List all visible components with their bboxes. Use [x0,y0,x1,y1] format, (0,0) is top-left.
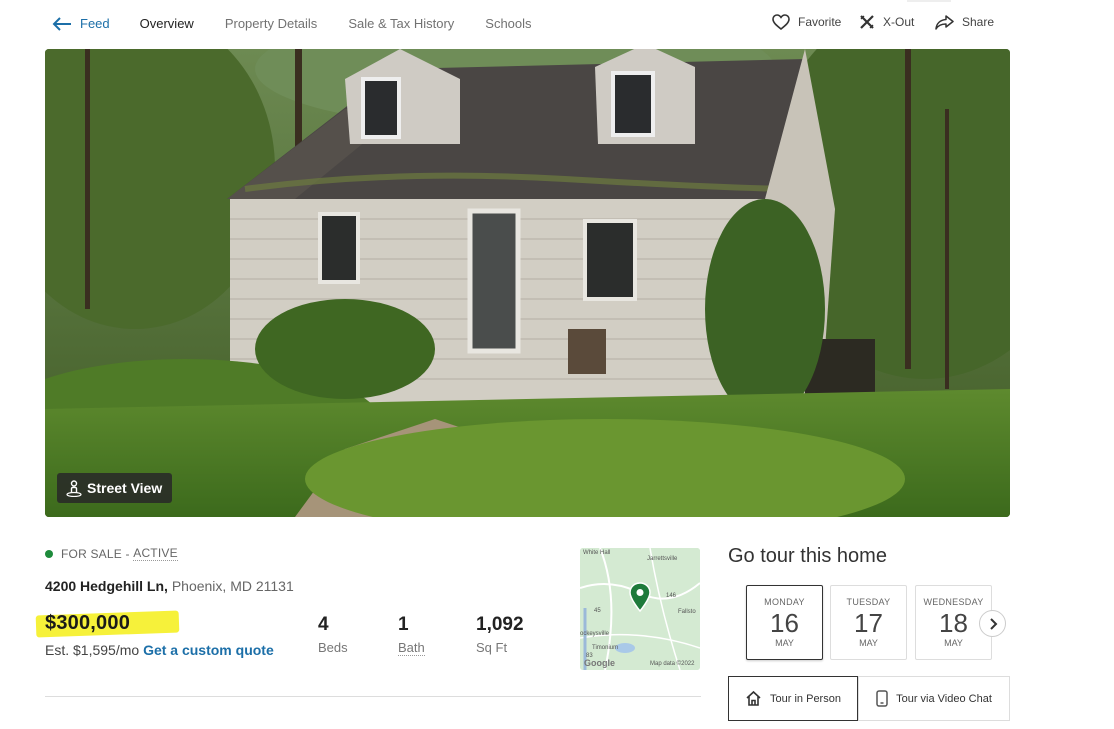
price-block: $300,000 [35,610,181,638]
beds-stat: 4 Beds [318,614,348,655]
street-view-label: Street View [87,480,163,496]
beds-label: Beds [318,640,348,655]
nav-tabs: Feed Overview Property Details Sale & Ta… [52,16,563,31]
bath-stat[interactable]: 1 Bath [398,614,425,657]
estimated-payment: Est. $1,595/mo Get a custom quote [45,640,285,660]
custom-quote-link[interactable]: Get a custom quote [143,642,274,658]
bath-value: 1 [398,614,409,635]
favorite-button[interactable]: Favorite [772,14,841,30]
sqft-stat: 1,092 Sq Ft [476,614,524,655]
map-road-146: 146 [666,593,677,599]
map-attribution: Map data ©2022 [650,661,695,667]
street-view-person-icon [66,479,82,497]
property-address: 4200 Hedgehill Ln, Phoenix, MD 21131 [45,578,294,594]
top-nav: Feed Overview Property Details Sale & Ta… [0,0,1114,48]
x-out-label: X-Out [883,15,915,29]
est-payment-text: Est. $1,595/mo [45,642,140,658]
day-of-week: TUESDAY [846,597,891,607]
tour-in-person-label: Tour in Person [770,692,841,705]
map-label-whitehall: White Hall [583,550,611,556]
tour-video-chat-label: Tour via Video Chat [896,692,992,705]
tour-in-person-button[interactable]: Tour in Person [728,676,858,721]
address-city: Phoenix, MD 21131 [171,578,294,594]
heart-icon [772,14,790,30]
bath-label: Bath [398,640,425,656]
property-photo[interactable]: Street View [45,49,1010,517]
beds-value: 4 [318,614,329,635]
day-month: MAY [859,638,878,648]
map-road-45: 45 [594,608,601,614]
map-label-jarrettsville: Jarrettsville [647,556,678,562]
next-days-button[interactable] [979,610,1006,637]
day-date: 16 [770,608,799,638]
share-label: Share [962,15,995,29]
day-of-week: WEDNESDAY [923,597,984,607]
favorite-label: Favorite [798,15,842,29]
phone-icon [876,690,888,707]
back-label: Feed [80,16,110,31]
sqft-value: 1,092 [476,614,524,635]
chevron-right-icon [989,617,997,630]
top-divider [907,0,951,2]
google-logo: Google [584,658,615,668]
map-label-fallston: Fallsto [678,609,696,615]
day-of-week: MONDAY [764,597,805,607]
day-month: MAY [775,638,794,648]
day-month: MAY [944,638,963,648]
back-to-feed-link[interactable]: Feed [52,16,110,31]
share-button[interactable]: Share [935,14,994,30]
x-out-button[interactable]: X-Out [859,14,914,30]
tab-schools[interactable]: Schools [485,16,531,31]
map-label-cockeysville: ockeysville [580,631,610,637]
arrow-left-icon [52,16,71,31]
tab-overview[interactable]: Overview [140,16,194,31]
mini-map[interactable]: White Hall Jarrettsville Fallsto ockeysv… [580,548,700,670]
status-prefix: FOR SALE - [61,546,130,561]
map-pin-icon [629,582,651,612]
house-icon [746,690,761,706]
info-divider [45,696,701,697]
address-street: 4200 Hedgehill Ln, [45,578,168,594]
share-icon [935,15,954,30]
street-view-button[interactable]: Street View [57,473,173,503]
status-dot [45,549,53,558]
tab-property-details[interactable]: Property Details [225,16,317,31]
x-out-icon [860,15,874,29]
tour-day-monday[interactable]: MONDAY 16 MAY [746,585,823,660]
tour-title: Go tour this home [728,545,887,567]
tour-video-chat-button[interactable]: Tour via Video Chat [858,676,1010,721]
house-photo-illustration [45,49,1010,517]
tab-sale-tax-history[interactable]: Sale & Tax History [348,16,454,31]
map-road-83: 83 [586,653,593,659]
day-date: 17 [854,608,883,638]
price: $300,000 [45,612,131,634]
tour-day-tuesday[interactable]: TUESDAY 17 MAY [830,585,907,660]
map-label-timonium: Timonium [592,645,619,651]
listing-status: FOR SALE - ACTIVE [45,546,178,561]
status-active[interactable]: ACTIVE [133,546,178,561]
sqft-label: Sq Ft [476,640,508,655]
